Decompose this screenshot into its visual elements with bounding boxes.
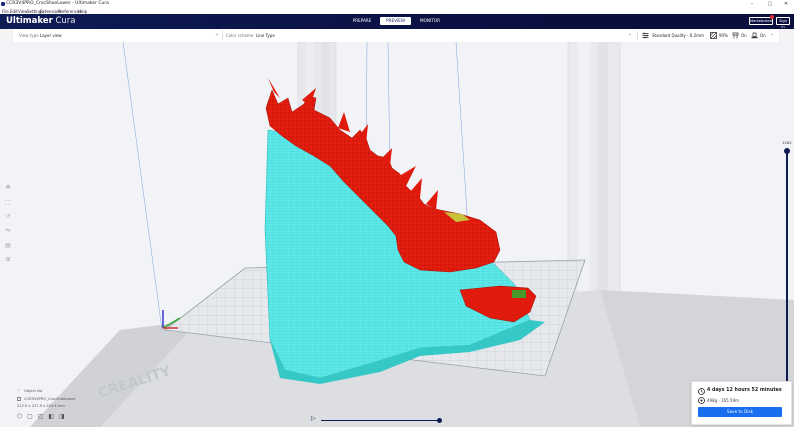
close-button[interactable]: ✕: [778, 0, 794, 8]
layer-slider-top-handle[interactable]: [783, 148, 790, 154]
clock-icon: [698, 388, 705, 395]
per-model-settings-icon[interactable]: ▤: [3, 241, 13, 251]
object-list-item[interactable]: CCR3V4PRO_CrocShoeLower: [17, 397, 76, 401]
support-blocker-icon[interactable]: ⊞: [3, 255, 13, 265]
3d-viewport[interactable]: CREALITY: [0, 42, 794, 427]
marketplace-button[interactable]: Marketplace: [749, 17, 773, 25]
chevron-up-icon: ⌃: [17, 389, 21, 393]
minimize-button[interactable]: –: [744, 0, 760, 8]
layer-slider-track: [786, 150, 788, 410]
move-tool-icon[interactable]: ✥: [3, 183, 13, 193]
cura-app-icon: [1, 1, 5, 6]
tab-prepare[interactable]: PREPARE: [347, 17, 377, 25]
menu-file[interactable]: File: [2, 9, 9, 14]
simulation-handle[interactable]: [437, 417, 442, 423]
left-view-icon[interactable]: ◧: [48, 413, 54, 420]
simulation-track: [321, 419, 441, 421]
adhesion-icon: [751, 32, 758, 39]
chevron-down-icon[interactable]: ⌄: [770, 32, 774, 37]
material-usage: 498g · 165.59m: [707, 398, 739, 403]
support-value: On: [741, 33, 747, 38]
object-dimensions: 222.0 x 227.9 x 253.4 mm: [17, 404, 65, 408]
menu-edit[interactable]: Edit: [10, 9, 18, 14]
view-orientation-buttons: ⬡ ▢ ◰ ◧ ◨: [17, 413, 65, 420]
support-icon: [732, 32, 739, 39]
marketplace-notification-badge: [770, 15, 774, 19]
sign-in-button[interactable]: Sign in: [776, 17, 790, 29]
logo-brand: Ultimaker: [6, 16, 53, 26]
3d-view-icon[interactable]: ⬡: [17, 413, 22, 420]
save-to-disk-button[interactable]: Save to Disk: [698, 407, 782, 417]
mirror-tool-icon[interactable]: ⇋: [3, 226, 13, 236]
infill-value: 90%: [719, 33, 728, 38]
filament-spool-icon: [698, 397, 705, 404]
top-view-icon[interactable]: ◰: [38, 413, 44, 420]
menu-help[interactable]: Help: [78, 9, 87, 14]
tab-monitor[interactable]: MONITOR: [414, 17, 446, 25]
right-view-icon[interactable]: ◨: [59, 413, 65, 420]
print-settings-icon[interactable]: [642, 32, 649, 39]
layer-slider[interactable]: 1262: [780, 140, 794, 420]
maximize-button[interactable]: ▢: [762, 0, 778, 8]
chevron-down-icon[interactable]: ⌄: [215, 32, 219, 37]
tab-preview[interactable]: PREVIEW: [380, 17, 411, 25]
print-time: 4 days 12 hours 52 minutes: [707, 388, 782, 393]
print-job-panel: 4 days 12 hours 52 minutes 498g · 165.59…: [691, 381, 792, 425]
divider: [637, 31, 638, 40]
front-view-icon[interactable]: ▢: [27, 413, 33, 420]
ultimaker-cura-logo: Ultimaker Cura: [6, 16, 76, 26]
divider: [222, 31, 223, 40]
infill-icon: [710, 32, 717, 39]
print-profile[interactable]: Standard Quality - 0.2mm: [652, 33, 704, 38]
view-options-bar: View type Layer view ⌄ Color scheme Line…: [13, 29, 779, 42]
rotate-tool-icon[interactable]: ↺: [3, 212, 13, 222]
play-icon[interactable]: ▷: [311, 415, 316, 422]
object-icon: [17, 397, 21, 401]
view-type-label: View type: [19, 33, 39, 38]
view-type-select[interactable]: Layer view: [40, 33, 62, 38]
color-scheme-select[interactable]: Line Type: [256, 33, 275, 38]
scale-tool-icon[interactable]: ⬚: [3, 198, 13, 208]
object-name: CCR3V4PRO_CrocShoeLower: [24, 397, 76, 401]
object-list-header: Object list: [24, 389, 43, 393]
layer-slider-top-value: 1262: [782, 140, 792, 145]
window-title: CCR3V4PRO_CrocShoeLower - Ultimaker Cura: [6, 1, 109, 6]
color-scheme-label: Color scheme: [226, 33, 254, 38]
app-header: Ultimaker Cura PREPARE PREVIEW MONITOR M…: [0, 14, 794, 29]
adhesion-value: On: [760, 33, 766, 38]
logo-product: Cura: [55, 16, 76, 26]
object-list-toggle[interactable]: ⌃ Object list: [17, 389, 42, 393]
window-titlebar: CCR3V4PRO_CrocShoeLower - Ultimaker Cura…: [0, 0, 794, 8]
chevron-down-icon[interactable]: ⌄: [628, 32, 632, 37]
simulation-bar: ▷: [311, 415, 444, 424]
